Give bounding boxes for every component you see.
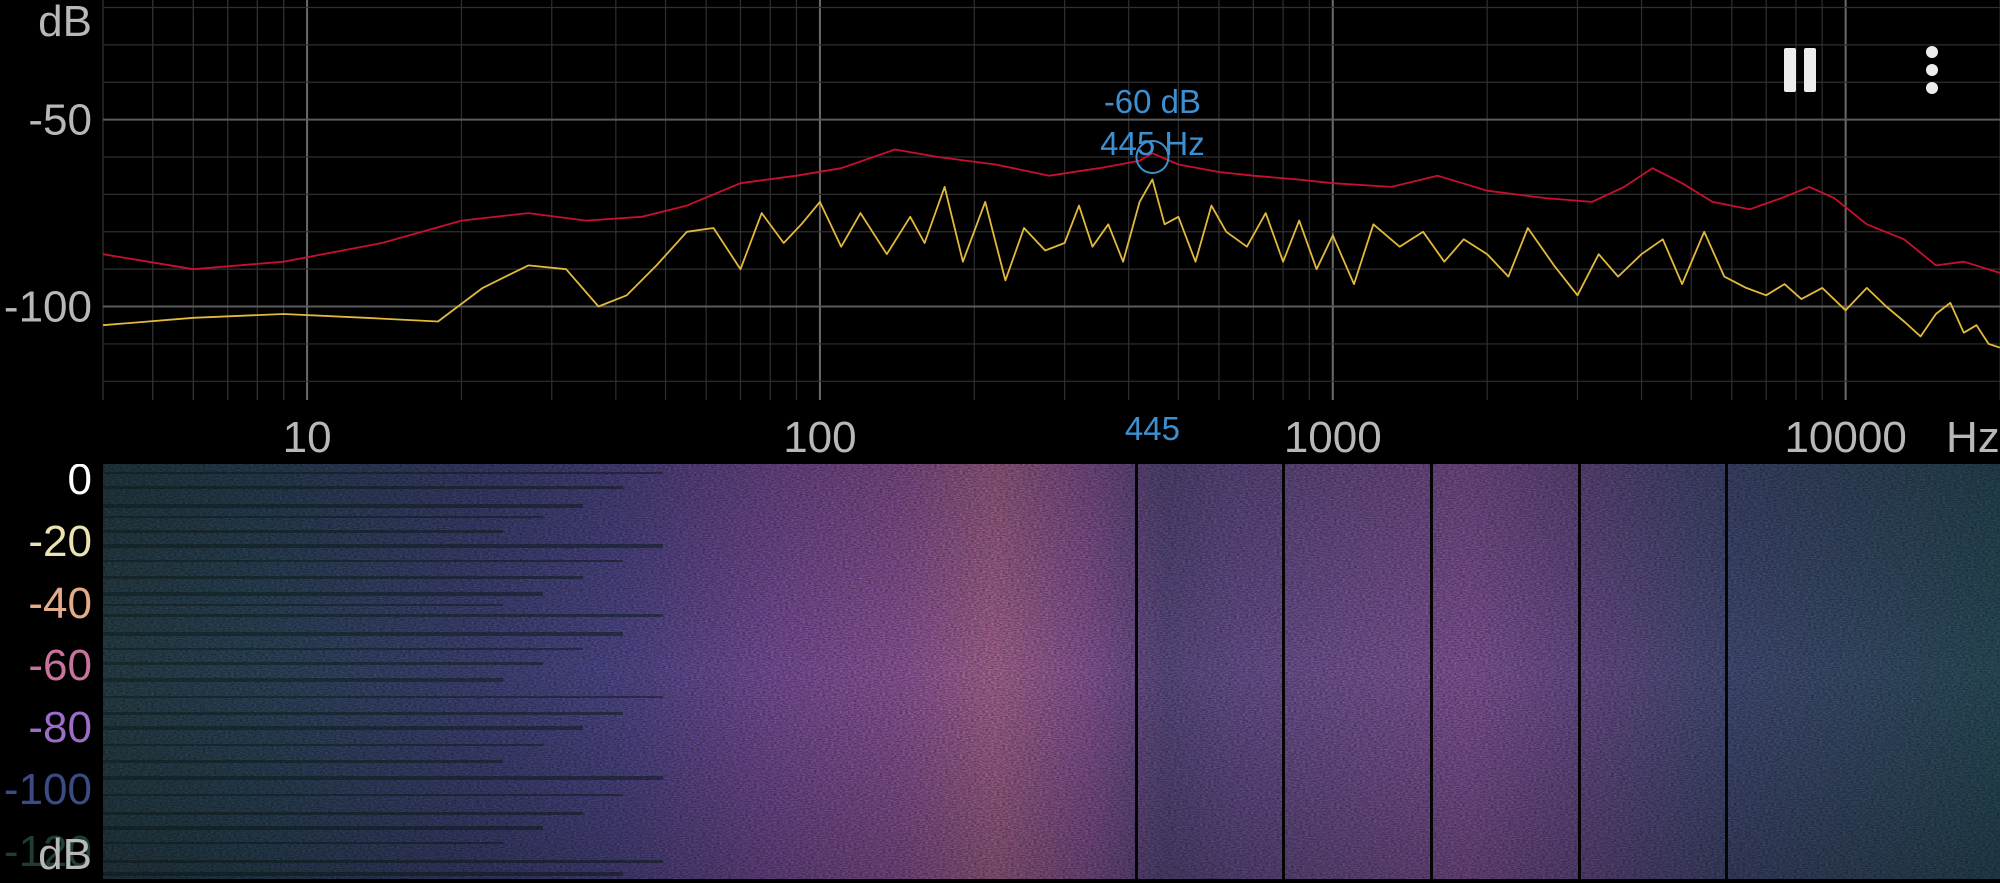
spectrogram-divider [1282,464,1285,879]
spectrum-chart[interactable]: -50 -100 10 100 1000 10000 dB Hz -60 dB 445 … [0,0,2000,464]
colorbar-tick-label: 0 [68,464,92,504]
peak-marker[interactable]: -60 dB 445 Hz 445 [1100,83,1205,447]
peak-hold-curve [102,148,2000,274]
x-tick-label: 10000 [1784,413,1906,462]
y-tick-label: -50 [28,96,92,145]
spectrogram-shade [103,464,2000,879]
spectrogram-divider [1135,464,1138,879]
x-tick-label: 1000 [1284,413,1382,462]
spectrogram[interactable]: 0-20-40-60-80-100-120 dB [0,464,2000,883]
spectrogram-unit: dB [38,830,92,879]
peak-marker-freq-label: 445 Hz [1100,125,1205,162]
spectrogram-divider [1578,464,1581,879]
x-tick-label: 10 [283,413,332,462]
spectrum-grid [102,0,2000,400]
y-tick-labels: -50 -100 [4,96,92,332]
more-vertical-icon [1926,46,1938,94]
pause-icon [1784,48,1816,92]
colorbar-tick-label: -100 [4,765,92,814]
peak-marker-db-label: -60 dB [1104,83,1201,120]
live-spectrum-curve [102,178,2000,349]
colorbar-tick-label: -40 [28,579,92,628]
y-axis-unit: dB [38,0,92,46]
x-axis-unit: Hz [1946,413,2000,462]
colorbar-tick-labels: 0-20-40-60-80-100-120 [4,464,92,876]
pause-button[interactable] [1768,38,1832,102]
colorbar-tick-label: -80 [28,703,92,752]
y-tick-label: -100 [4,283,92,332]
colorbar-tick-label: -60 [28,641,92,690]
spectrogram-divider [1725,464,1728,879]
peak-marker-axis-label: 445 [1125,410,1180,447]
spectrogram-divider [1430,464,1433,879]
x-tick-label: 100 [783,413,856,462]
x-tick-labels: 10 100 1000 10000 [283,413,1907,462]
more-options-button[interactable] [1900,38,1964,102]
spectrum-curves [102,148,2000,349]
colorbar-tick-label: -20 [28,517,92,566]
